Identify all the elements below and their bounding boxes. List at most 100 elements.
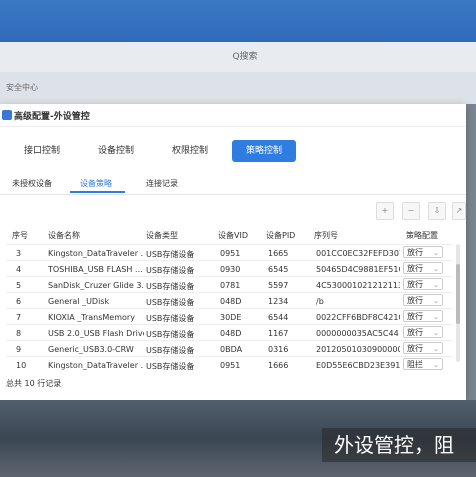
subtab-unauthorized-devices[interactable]: 未授权设备 (12, 178, 52, 189)
cell-name: Kingston_DataTraveler … (48, 361, 144, 370)
export-button[interactable]: ↗ (452, 202, 466, 220)
table-row[interactable]: 8 USB 2.0_USB Flash Drive USB存储设备 048D 1167 0… (6, 324, 452, 341)
cell-vid: 048D (220, 329, 242, 338)
top-bar (0, 0, 476, 42)
chevron-down-icon: ⌄ (433, 265, 439, 273)
cell-name: General _UDisk (48, 297, 110, 306)
tab-permission-control[interactable]: 权限控制 (158, 140, 222, 162)
cell-vid: 0781 (220, 281, 241, 290)
table-row[interactable]: 7 KIOXIA _TransMemory USB存储设备 30DE 6544 0022C… (6, 308, 452, 325)
cell-serial: E0D55E6CBD23E391… (316, 361, 400, 370)
remove-button[interactable]: − (402, 202, 420, 220)
policy-select[interactable]: 放行 ⌄ (403, 262, 443, 274)
cell-no: 4 (16, 265, 22, 274)
sub-tabs: 未授权设备 设备策略 连接记录 (0, 176, 466, 195)
chevron-down-icon: ⌄ (433, 281, 439, 289)
policy-select[interactable]: 放行 ⌄ (403, 326, 443, 338)
chevron-down-icon: ⌄ (433, 249, 439, 257)
search-bar: Q搜索 (0, 42, 476, 73)
export-icon: ↗ (455, 206, 463, 215)
table-row[interactable]: 5 SanDisk_Cruzer Glide 3.0 USB存储设备 0781 5597… (6, 276, 452, 293)
cell-type: USB存储设备 (146, 250, 195, 259)
policy-select-value: 放行 (407, 264, 423, 273)
policy-select-value: 放行 (407, 312, 423, 321)
tab-policy-control[interactable]: 策略控制 (232, 140, 296, 162)
cell-no: 3 (16, 249, 22, 258)
cell-type: USB存储设备 (146, 330, 195, 339)
cell-serial: 20120501030900000 (316, 345, 400, 354)
cell-name: Kingston_DataTraveler … (48, 249, 144, 258)
tab-device-control[interactable]: 设备控制 (84, 140, 148, 162)
cell-name: TOSHIBA_USB FLASH … (48, 265, 143, 274)
dialog-title: 高级配置-外设管控 (14, 112, 90, 122)
table-row[interactable]: 6 General _UDisk USB存储设备 048D 1234/b 放行 ⌄ (6, 292, 452, 309)
table-row[interactable]: 9 Generic_USB3.0-CRW USB存储设备 0BDA 0316 201205… (6, 340, 452, 357)
subtab-device-policy[interactable]: 设备策略 (80, 178, 112, 189)
cell-pid: 1234 (268, 297, 289, 306)
policy-select-value: 放行 (407, 248, 423, 257)
chevron-down-icon: ⌄ (433, 329, 439, 337)
cell-vid: 30DE (220, 313, 242, 322)
cell-name: SanDisk_Cruzer Glide 3.0 (48, 281, 144, 290)
background-window-title: 安全中心 (6, 83, 38, 92)
search-input[interactable]: Q搜索 (170, 47, 320, 67)
tab-port-control[interactable]: 接口控制 (10, 140, 74, 162)
cell-pid: 5597 (268, 281, 289, 290)
cell-type: USB存储设备 (146, 346, 195, 355)
cell-vid: 048D (220, 297, 242, 306)
import-icon: ⇩ (433, 206, 441, 215)
record-count: 总共 10 行记录 (6, 379, 62, 388)
subtab-connection-log[interactable]: 连接记录 (146, 178, 178, 189)
cell-type: USB存储设备 (146, 266, 195, 275)
col-policy: 策略配置 (406, 231, 438, 240)
scrollbar-thumb[interactable] (456, 264, 460, 324)
col-no: 序号 (12, 231, 28, 240)
policy-select[interactable]: 放行 ⌄ (403, 294, 443, 306)
table-row[interactable]: 3 Kingston_DataTraveler … USB存储设备 0951 1665 0… (6, 244, 452, 261)
policy-select[interactable]: 放行 ⌄ (403, 278, 443, 290)
policy-select[interactable]: 放行 ⌄ (403, 310, 443, 322)
video-caption: 外设管控，阻 (322, 428, 476, 462)
add-button[interactable]: + (376, 202, 394, 220)
cell-serial: 001CC0EC32FEFD307… (316, 249, 400, 258)
cell-no: 5 (16, 281, 22, 290)
import-button[interactable]: ⇩ (428, 202, 446, 220)
policy-select[interactable]: 放行 ⌄ (403, 246, 443, 258)
cell-vid: 0951 (220, 249, 241, 258)
cell-name: KIOXIA _TransMemory (48, 313, 135, 322)
cell-name: Generic_USB3.0-CRW (48, 345, 134, 354)
policy-select-value: 放行 (407, 296, 423, 305)
policy-select[interactable]: 放行 ⌄ (403, 342, 443, 354)
col-pid: 设备PID (266, 231, 296, 240)
add-icon: + (381, 206, 389, 215)
policy-select[interactable]: 阻拦 ⌄ (403, 358, 443, 370)
cell-pid: 1666 (268, 361, 289, 370)
cell-type: USB存储设备 (146, 298, 195, 307)
chevron-down-icon: ⌄ (433, 345, 439, 353)
cell-pid: 1167 (268, 329, 289, 338)
col-device-name: 设备名称 (48, 231, 80, 240)
cell-name: USB 2.0_USB Flash Drive (48, 329, 144, 338)
table-row[interactable]: 10 Kingston_DataTraveler … USB存储设备 0951 1666… (6, 356, 452, 373)
cell-serial: 4C530001021212113… (316, 281, 400, 290)
chevron-down-icon: ⌄ (433, 297, 439, 305)
cell-serial: 50465D4C9881EF51C… (316, 265, 400, 274)
dialog-title-bar: 高级配置-外设管控 (0, 104, 466, 127)
cell-serial: 0000000035AC5C44 (316, 329, 399, 338)
cell-no: 10 (16, 361, 27, 370)
app-icon (2, 110, 12, 120)
cell-no: 9 (16, 345, 22, 354)
policy-select-value: 放行 (407, 280, 423, 289)
active-tab-indicator (70, 191, 125, 193)
cell-vid: 0BDA (220, 345, 243, 354)
policy-select-value: 放行 (407, 344, 423, 353)
cell-vid: 0930 (220, 265, 241, 274)
cell-pid: 0316 (268, 345, 289, 354)
table-row[interactable]: 4 TOSHIBA_USB FLASH … USB存储设备 0930 6545 50465… (6, 260, 452, 277)
cell-type: USB存储设备 (146, 314, 195, 323)
cell-pid: 6545 (268, 265, 289, 274)
table-scrollbar[interactable] (456, 244, 460, 362)
cell-serial: /b (316, 297, 324, 306)
col-vid: 设备VID (218, 231, 248, 240)
background-window: 安全中心 (0, 72, 476, 104)
